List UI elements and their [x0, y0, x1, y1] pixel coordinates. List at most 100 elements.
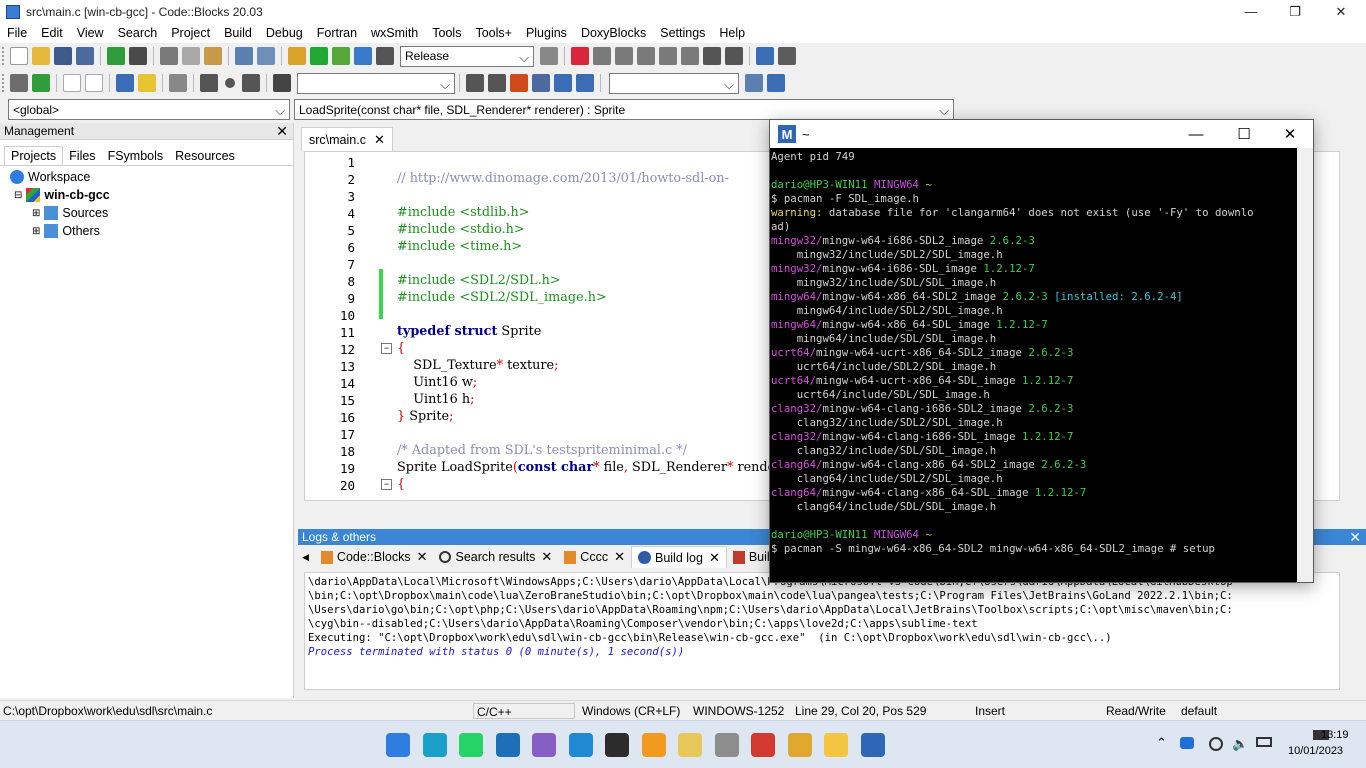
- prev-bookmark-icon[interactable]: [200, 74, 218, 92]
- battery-icon[interactable]: [1256, 737, 1272, 747]
- close-icon[interactable]: ✕: [417, 549, 428, 565]
- app-grey-icon[interactable]: [715, 733, 739, 757]
- menu-wxsmith[interactable]: wxSmith: [364, 23, 425, 43]
- close-icon[interactable]: ✕: [614, 549, 625, 565]
- codeblocks-icon[interactable]: [751, 733, 775, 757]
- expand-icon[interactable]: ⊞: [32, 208, 40, 219]
- code-search-combo[interactable]: [297, 72, 455, 94]
- visual-studio-icon[interactable]: [532, 733, 556, 757]
- run-icon[interactable]: [310, 47, 328, 65]
- clock-time[interactable]: 13:19: [1321, 729, 1349, 741]
- close-icon[interactable]: ✕: [276, 123, 288, 140]
- regex-icon[interactable]: [576, 74, 594, 92]
- run-to-cursor-icon[interactable]: [593, 47, 611, 65]
- cut-icon[interactable]: [160, 47, 178, 65]
- menu-view[interactable]: View: [70, 23, 111, 43]
- pause-icon[interactable]: [703, 47, 721, 65]
- build-and-run-icon[interactable]: [332, 47, 350, 65]
- edge-icon[interactable]: [423, 733, 447, 757]
- menu-settings[interactable]: Settings: [653, 23, 712, 43]
- new-file-icon[interactable]: [10, 47, 28, 65]
- back-arrow-icon[interactable]: [466, 74, 484, 92]
- toolbar-grip[interactable]: [2, 74, 5, 92]
- tree-item-project[interactable]: ⊟ win-cb-gcc: [0, 186, 293, 204]
- menu-plugins[interactable]: Plugins: [519, 23, 574, 43]
- tab-resources[interactable]: Resources: [169, 147, 241, 165]
- tab-files[interactable]: Files: [63, 147, 101, 165]
- menu-tools[interactable]: Tools: [425, 23, 468, 43]
- menu-search[interactable]: Search: [111, 23, 165, 43]
- minimize-icon[interactable]: —: [1228, 0, 1274, 23]
- fold-marker-icon[interactable]: −: [381, 479, 392, 490]
- close-icon[interactable]: ✕: [1318, 0, 1364, 23]
- step-into-icon[interactable]: [637, 47, 655, 65]
- minimize-icon[interactable]: —: [1173, 120, 1219, 148]
- start-icon[interactable]: [386, 733, 410, 757]
- undo-icon[interactable]: [107, 47, 125, 65]
- next-instruction-icon[interactable]: [681, 47, 699, 65]
- menu-file[interactable]: File: [0, 23, 34, 43]
- paste-icon[interactable]: [204, 47, 222, 65]
- build-target-select[interactable]: Release: [400, 45, 534, 67]
- stop-debugger-icon[interactable]: [725, 47, 743, 65]
- terminal-scrollbar[interactable]: [1297, 148, 1313, 582]
- menu-fortran[interactable]: Fortran: [310, 23, 364, 43]
- app-blue-icon[interactable]: [496, 733, 520, 757]
- menu-help[interactable]: Help: [712, 23, 752, 43]
- redo-icon[interactable]: [129, 47, 147, 65]
- doxyblocks-run-icon[interactable]: [32, 74, 50, 92]
- jump-icon[interactable]: [10, 74, 28, 92]
- close-icon[interactable]: ✕: [374, 132, 385, 148]
- editor-tab-main-c[interactable]: src\main.c ✕: [301, 127, 393, 151]
- terminal-output[interactable]: Agent pid 749 dario@HP3-WIN11 MINGW64 ~ $ …: [771, 150, 1298, 580]
- chevron-up-icon[interactable]: ⌃: [1156, 735, 1167, 751]
- tab-scroll-left-icon[interactable]: ◀: [302, 552, 309, 563]
- rebuild-icon[interactable]: [354, 47, 372, 65]
- close-icon[interactable]: ✕: [709, 550, 720, 566]
- sublime-text-icon[interactable]: [642, 733, 666, 757]
- forward-arrow-icon[interactable]: [488, 74, 506, 92]
- abort-icon[interactable]: [376, 47, 394, 65]
- volume-icon[interactable]: 🔈: [1232, 736, 1248, 752]
- file-explorer-icon[interactable]: [824, 733, 848, 757]
- build-log-output[interactable]: \dario\AppData\Local\Microsoft\WindowsAp…: [304, 572, 1340, 690]
- save-all-icon[interactable]: [76, 47, 94, 65]
- step-out-icon[interactable]: [659, 47, 677, 65]
- tab-codeblocks[interactable]: Code::Blocks ✕: [315, 546, 434, 568]
- tools-icon[interactable]: [169, 74, 187, 92]
- copy-icon[interactable]: [182, 47, 200, 65]
- menu-build[interactable]: Build: [217, 23, 259, 43]
- various-info-icon[interactable]: [778, 47, 796, 65]
- html-help-icon[interactable]: [138, 74, 156, 92]
- function-select[interactable]: LoadSprite(const char* file, SDL_Rendere…: [294, 99, 954, 120]
- highlight-icon[interactable]: [510, 74, 528, 92]
- menu-project[interactable]: Project: [164, 23, 217, 43]
- toggle-bookmark-icon[interactable]: [225, 78, 235, 88]
- close-icon[interactable]: ✕: [1267, 120, 1313, 148]
- status-language[interactable]: C/C++: [473, 703, 575, 719]
- close-icon[interactable]: ✕: [541, 549, 552, 565]
- expand-icon[interactable]: ⊞: [32, 226, 40, 237]
- tab-projects[interactable]: Projects: [4, 146, 64, 165]
- menu-edit[interactable]: Edit: [34, 23, 70, 43]
- whatsapp-icon[interactable]: [459, 733, 483, 757]
- menu-debug[interactable]: Debug: [259, 23, 310, 43]
- symbol-search-combo[interactable]: [609, 72, 739, 94]
- app-yellow-icon[interactable]: [678, 733, 702, 757]
- search-icon[interactable]: [745, 74, 763, 92]
- open-file-icon[interactable]: [32, 47, 50, 65]
- collapse-icon[interactable]: ⊟: [14, 190, 22, 201]
- globe-icon[interactable]: [1209, 737, 1223, 751]
- tab-cccc[interactable]: Cccc ✕: [558, 546, 631, 568]
- vscode-icon[interactable]: [569, 733, 593, 757]
- menu-tools-[interactable]: Tools+: [468, 23, 518, 43]
- msys2-icon[interactable]: [861, 733, 885, 757]
- tree-item-workspace[interactable]: Workspace: [0, 168, 293, 186]
- fold-marker-icon[interactable]: −: [381, 343, 392, 354]
- tree-item-sources[interactable]: ⊞ Sources: [0, 204, 293, 222]
- terminal-window[interactable]: M ~ — ☐ ✕ Agent pid 749 dario@HP3-WIN11 M…: [769, 119, 1314, 583]
- settings-icon[interactable]: [767, 74, 785, 92]
- doxywizard-icon[interactable]: [116, 74, 134, 92]
- editor-scrollbar[interactable]: [1341, 151, 1358, 501]
- chrome-icon[interactable]: [788, 733, 812, 757]
